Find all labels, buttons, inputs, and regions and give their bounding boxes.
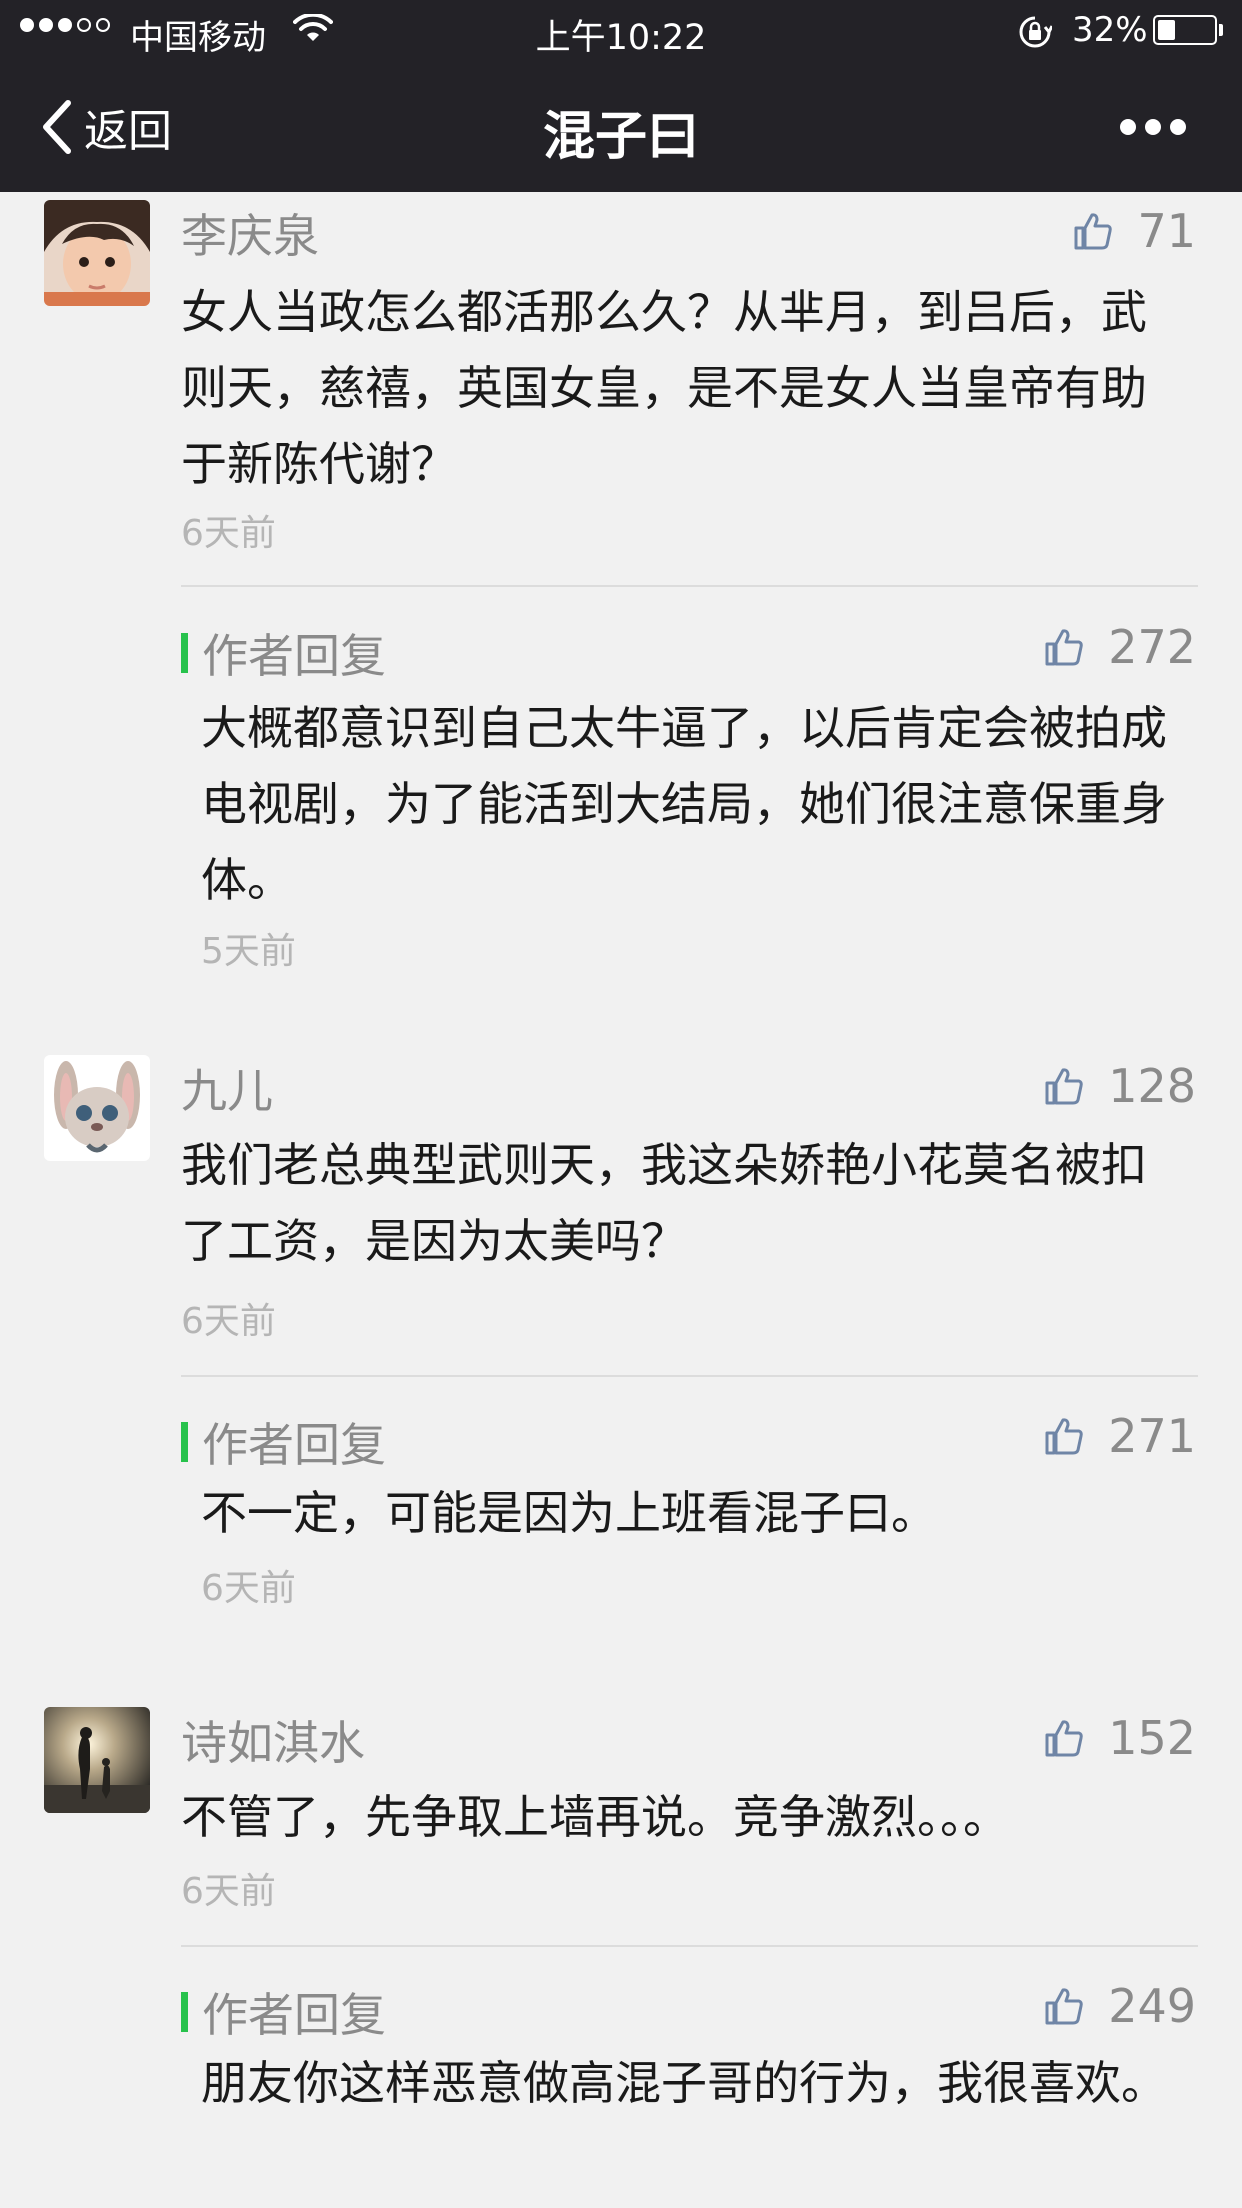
like-count: 152: [1108, 1711, 1196, 1765]
comment-author: 诗如淇水: [181, 1716, 365, 1770]
reply-text: 不一定，可能是因为上班看混子曰。: [201, 1486, 937, 1540]
like-count: 249: [1108, 1979, 1196, 2033]
page-title: 混子曰: [542, 107, 699, 167]
reply-like-button[interactable]: 249: [1044, 1979, 1196, 2033]
thumbs-up-icon: [1074, 213, 1113, 250]
comment-time: 6天前: [181, 513, 276, 554]
nav-bar: 返回 混子曰: [0, 62, 1242, 192]
battery-cap: [1219, 24, 1223, 36]
reply-accent-bar: [181, 1422, 188, 1462]
like-count: 128: [1108, 1059, 1196, 1113]
thumbs-up-icon: [1045, 1418, 1083, 1455]
like-count: 272: [1108, 620, 1196, 674]
divider: [181, 1375, 1198, 1377]
rotation-lock-icon: [1019, 16, 1052, 48]
like-count: 271: [1108, 1409, 1196, 1463]
thumbs-up-icon: [1045, 1720, 1083, 1757]
comment-list: 李庆泉 71 女人当政怎么都活那么久？从芈月，到吕后，武则天，慈禧，英国女皇，是…: [0, 192, 1242, 2208]
like-button[interactable]: 71: [1073, 204, 1196, 258]
comment-text: 女人当政怎么都活那么久？从芈月，到吕后，武则天，慈禧，英国女皇，是不是女人当皇帝…: [181, 285, 1147, 491]
divider: [181, 1945, 1198, 1947]
reply-text: 大概都意识到自己太牛逼了，以后肯定会被拍成电视剧，为了能活到大结局，她们很注意保…: [201, 701, 1167, 907]
author-reply-label: 作者回复: [181, 1979, 386, 2045]
battery-percent: 32%: [1072, 10, 1148, 50]
comment-text: 不管了，先争取上墙再说。竞争激烈。。。: [181, 1790, 1009, 1844]
comment-author: 九儿: [181, 1064, 273, 1118]
like-count: 71: [1137, 204, 1196, 258]
battery-icon: [1153, 15, 1217, 45]
avatar[interactable]: [44, 1707, 150, 1813]
avatar[interactable]: [44, 1055, 150, 1161]
divider: [181, 585, 1198, 587]
thumbs-up-icon: [1045, 1988, 1083, 2025]
thumbs-up-icon: [1045, 629, 1083, 666]
author-reply-label: 作者回复: [181, 620, 386, 686]
thumbs-up-icon: [1045, 1068, 1083, 1105]
reply-time: 6天前: [201, 1568, 296, 1609]
reply-accent-bar: [181, 633, 188, 673]
comment-time: 6天前: [181, 1871, 276, 1912]
reply-label-text: 作者回复: [202, 629, 386, 683]
avatar[interactable]: [44, 200, 150, 306]
status-bar: 中国移动 上午10:22 32%: [0, 0, 1242, 62]
top-bar: 中国移动 上午10:22 32% 返回 混子曰: [0, 0, 1242, 192]
like-button[interactable]: 128: [1044, 1059, 1196, 1113]
reply-accent-bar: [181, 1992, 188, 2032]
reply-like-button[interactable]: 272: [1044, 620, 1196, 674]
more-icon[interactable]: [1120, 116, 1190, 138]
like-button[interactable]: 152: [1044, 1711, 1196, 1765]
author-reply-label: 作者回复: [181, 1409, 386, 1475]
comment-time: 6天前: [181, 1301, 276, 1342]
reply-like-button[interactable]: 271: [1044, 1409, 1196, 1463]
clock: 上午10:22: [535, 18, 707, 58]
reply-time: 5天前: [201, 931, 296, 972]
reply-label-text: 作者回复: [202, 1418, 386, 1472]
comment-text: 我们老总典型武则天，我这朵娇艳小花莫名被扣了工资，是因为太美吗？: [181, 1138, 1147, 1268]
comment-author: 李庆泉: [181, 209, 319, 263]
reply-text: 朋友你这样恶意做高混子哥的行为，我很喜欢。: [201, 2056, 1167, 2110]
reply-label-text: 作者回复: [202, 1988, 386, 2042]
